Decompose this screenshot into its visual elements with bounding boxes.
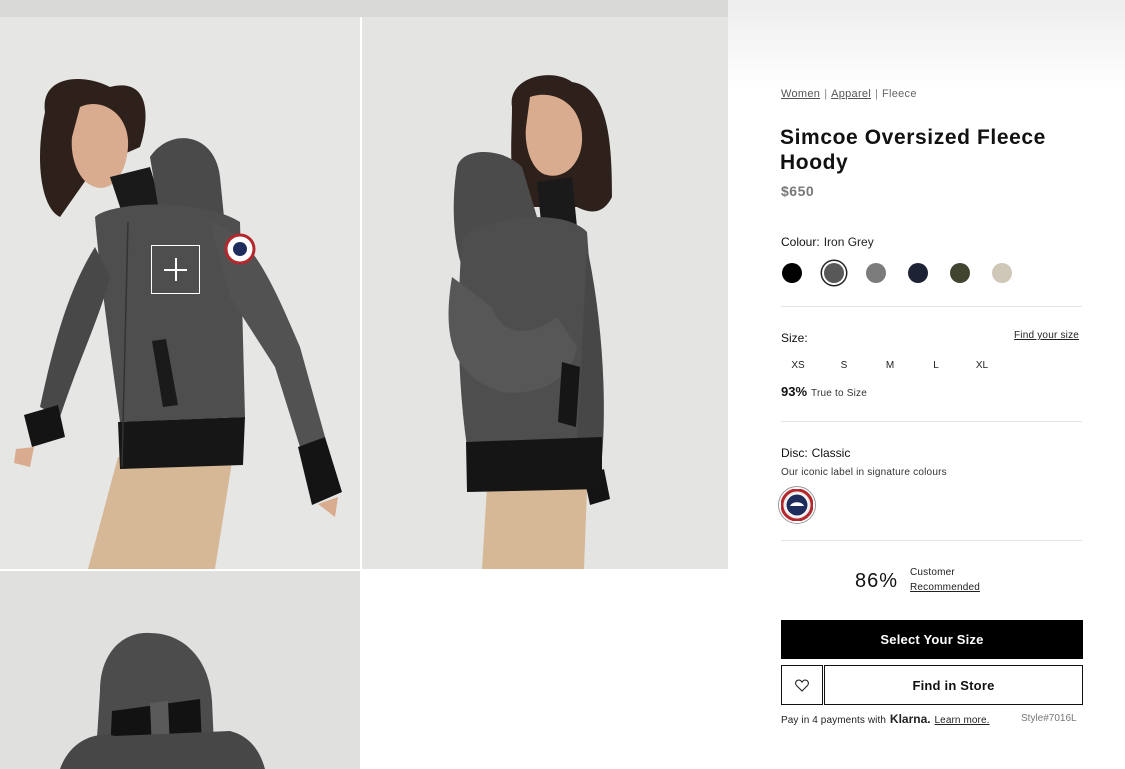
- size-option-xs[interactable]: XS: [783, 360, 813, 371]
- breadcrumb-fleece: Fleece: [881, 88, 917, 100]
- select-your-size-button[interactable]: Select Your Size: [781, 620, 1083, 659]
- product-title: Simcoe Oversized Fleece Hoody: [780, 126, 1046, 174]
- breadcrumb-separator: |: [875, 88, 878, 100]
- size-option-m[interactable]: M: [875, 360, 905, 371]
- swatch-sand[interactable]: [992, 263, 1012, 283]
- product-gallery: [0, 0, 728, 769]
- find-your-size-link[interactable]: Find your size: [1014, 330, 1079, 341]
- recommend-label-line1: Customer: [910, 567, 955, 578]
- size-option-s[interactable]: S: [829, 360, 859, 371]
- selected-colour-name: Iron Grey: [823, 235, 874, 249]
- divider: [781, 306, 1082, 307]
- model-back-illustration: [60, 632, 265, 769]
- size-option-xl[interactable]: XL: [967, 360, 997, 371]
- breadcrumb-separator: |: [824, 88, 828, 100]
- colour-label: Colour:: [781, 235, 820, 249]
- swatch-iron-grey[interactable]: [824, 263, 844, 283]
- klarna-payment-info: Pay in 4 payments with Klarna. Learn mor…: [781, 712, 990, 726]
- product-detail-panel: Women | Apparel | Fleece Simcoe Oversized Fl…: [728, 0, 1125, 769]
- divider: [781, 540, 1082, 541]
- product-price: $650: [781, 183, 815, 199]
- disc-selected: Classic: [811, 446, 851, 460]
- disc-logo-icon: [781, 489, 813, 521]
- swatch-navy[interactable]: [908, 263, 928, 283]
- swatch-grey[interactable]: [866, 263, 886, 283]
- swatch-black[interactable]: [782, 263, 802, 283]
- zoom-plus-icon[interactable]: [151, 245, 200, 294]
- true-to-size-percent: 93%: [781, 384, 808, 399]
- klarna-learn-more-link[interactable]: Learn more.: [935, 715, 990, 726]
- true-to-size-label: True to Size: [811, 388, 867, 399]
- recommend-label-link[interactable]: Recommended: [910, 582, 980, 593]
- gallery-top-strip: [0, 0, 728, 17]
- true-to-size: 93% True to Size: [781, 384, 867, 399]
- divider: [781, 421, 1082, 422]
- klarna-logo: Klarna.: [889, 712, 931, 726]
- product-image-side[interactable]: [0, 17, 360, 569]
- disc-label: Disc:: [781, 446, 808, 460]
- disc-description: Our iconic label in signature colours: [781, 467, 947, 478]
- breadcrumb: Women | Apparel | Fleece: [781, 88, 917, 100]
- swatch-olive[interactable]: [950, 263, 970, 283]
- klarna-prefix: Pay in 4 payments with: [781, 715, 887, 726]
- find-in-store-button[interactable]: Find in Store: [824, 665, 1083, 705]
- size-label: Size:: [781, 331, 808, 345]
- recommend-percent: 86%: [855, 570, 899, 592]
- disc-option-classic[interactable]: [778, 486, 816, 524]
- product-image-front[interactable]: [362, 17, 728, 569]
- disc-label-row: Disc: Classic: [781, 446, 850, 460]
- breadcrumb-apparel[interactable]: Apparel: [831, 88, 871, 100]
- heart-icon: [795, 678, 809, 692]
- size-option-l[interactable]: L: [921, 360, 951, 371]
- colour-label-row: Colour: Iron Grey: [781, 235, 874, 249]
- breadcrumb-women[interactable]: Women: [781, 88, 820, 100]
- model-front-illustration: [448, 75, 612, 569]
- style-number: Style#7016L: [1021, 713, 1077, 724]
- product-image-back[interactable]: [0, 571, 360, 769]
- size-options: XS S M L XL: [781, 360, 1021, 376]
- wishlist-button[interactable]: [781, 665, 823, 705]
